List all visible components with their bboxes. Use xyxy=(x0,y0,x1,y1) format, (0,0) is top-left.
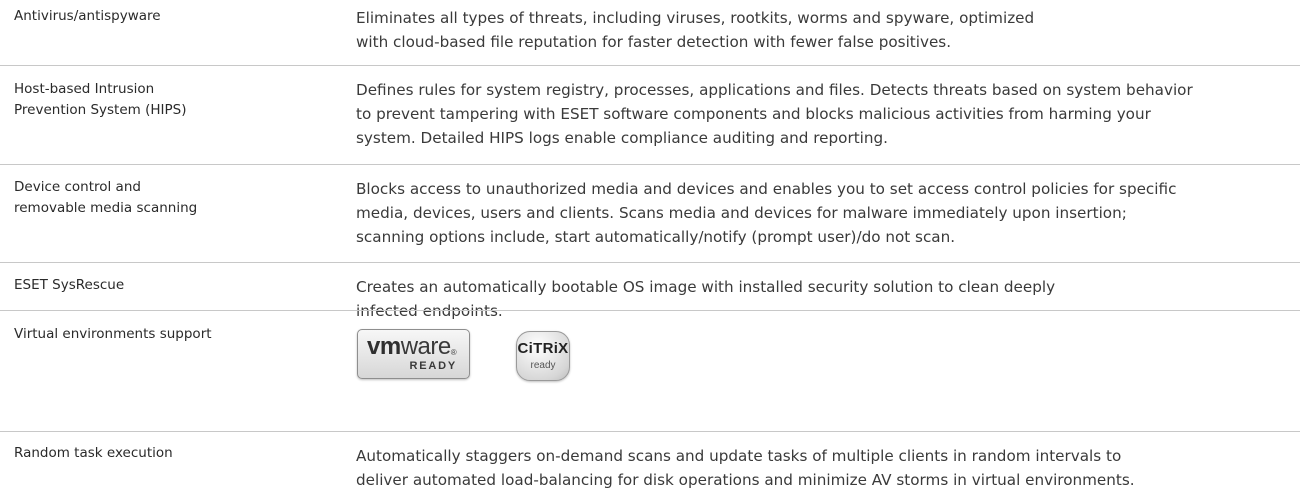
row-divider xyxy=(0,310,1300,311)
vmware-ready-caption: READY xyxy=(409,360,457,372)
row-divider xyxy=(0,262,1300,263)
feature-description-hips: Defines rules for system registry, proce… xyxy=(356,81,1193,147)
feature-label-antivirus: Antivirus/antispyware xyxy=(14,8,161,24)
vmware-ready-logo: vmware® READY xyxy=(357,329,470,379)
row-divider xyxy=(0,65,1300,66)
row-divider xyxy=(0,431,1300,432)
vmware-word-rest: ware xyxy=(400,333,452,360)
feature-label-virtual-env: Virtual environments support xyxy=(14,326,212,342)
row-divider xyxy=(0,164,1300,165)
feature-label-hips: Host-based Intrusion Prevention System (… xyxy=(14,81,187,118)
feature-label-sysrescue: ESET SysRescue xyxy=(14,277,125,293)
feature-description-device-control: Blocks access to unauthorized media and … xyxy=(356,180,1177,246)
citrix-ready-logo: CiTRiX ready xyxy=(516,331,570,381)
citrix-ready-caption: ready xyxy=(530,360,556,371)
feature-description-random-task: Automatically staggers on-demand scans a… xyxy=(356,447,1135,489)
vmware-registered-mark: ® xyxy=(450,348,457,357)
feature-description-antivirus: Eliminates all types of threats, includi… xyxy=(356,9,1035,51)
feature-description-sysrescue: Creates an automatically bootable OS ima… xyxy=(356,278,1056,320)
vmware-word-bold: vm xyxy=(367,333,401,360)
feature-table: Antivirus/antispyware Eliminates all typ… xyxy=(0,0,1314,491)
citrix-wordmark: CiTRiX xyxy=(517,340,569,357)
feature-label-device-control: Device control and removable media scann… xyxy=(14,179,198,216)
vmware-wordmark: vmware® xyxy=(367,332,457,362)
feature-label-random-task: Random task execution xyxy=(14,445,173,461)
